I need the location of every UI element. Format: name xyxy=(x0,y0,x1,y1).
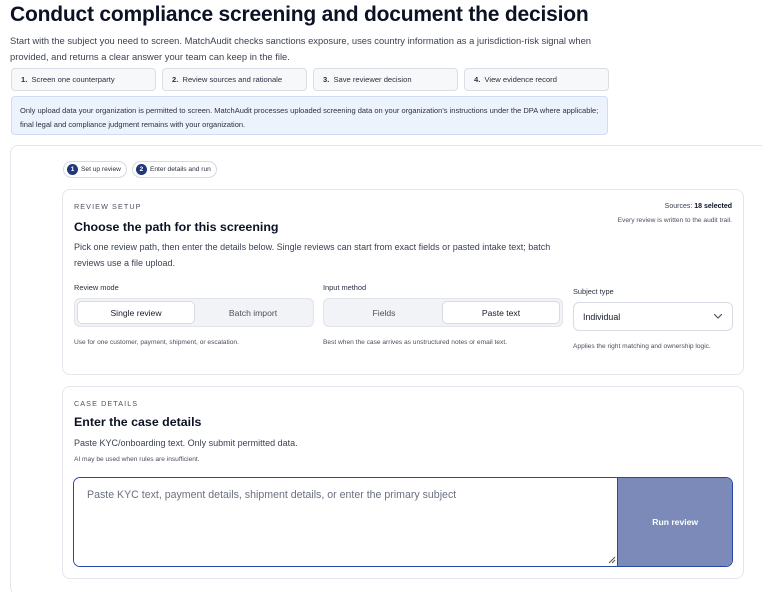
step-number: 4. xyxy=(474,75,481,84)
batch-import-option[interactable]: Batch import xyxy=(195,301,311,324)
sources-summary: Sources: 18 selected xyxy=(665,203,732,210)
input-method-help: Best when the case arrives as unstructur… xyxy=(323,339,507,346)
review-setup-card: REVIEW SETUP Choose the path for this sc… xyxy=(62,189,744,375)
single-review-option[interactable]: Single review xyxy=(77,301,195,324)
case-details-card: CASE DETAILS Enter the case details Past… xyxy=(62,386,744,579)
step-number: 3. xyxy=(323,75,330,84)
subject-type-select[interactable]: Individual xyxy=(573,302,733,331)
step-label: Review sources and rationale xyxy=(182,75,283,84)
page-intro: Start with the subject you need to scree… xyxy=(10,35,592,62)
intake-input-group: Run review xyxy=(73,477,733,567)
audit-trail-note: Every review is written to the audit tra… xyxy=(617,217,732,224)
workflow-step: 1. Screen one counterparty xyxy=(11,68,156,91)
input-method-toggle: Fields Paste text xyxy=(323,298,563,327)
progress-step-setup[interactable]: 1 Set up review xyxy=(63,161,127,178)
sources-label: Sources: xyxy=(664,203,693,210)
data-permission-notice: Only upload data your organization is pe… xyxy=(11,96,608,135)
step-number: 2. xyxy=(172,75,179,84)
review-mode-help: Use for one customer, payment, shipment,… xyxy=(74,339,239,346)
review-setup-eyebrow: REVIEW SETUP xyxy=(74,202,142,211)
progress-step-label: Enter details and run xyxy=(149,166,211,173)
workflow-steps: 1. Screen one counterparty 2. Review sou… xyxy=(11,68,609,91)
step-label: Save reviewer decision xyxy=(333,75,412,84)
subject-type-value: Individual xyxy=(583,311,621,322)
step-label: View evidence record xyxy=(484,75,557,84)
case-details-eyebrow: CASE DETAILS xyxy=(74,399,139,408)
review-setup-title: Choose the path for this screening xyxy=(74,220,279,234)
review-mode-toggle: Single review Batch import xyxy=(74,298,314,327)
review-mode-label: Review mode xyxy=(74,283,119,292)
ai-usage-note: AI may be used when rules are insufficie… xyxy=(74,456,200,463)
step-badge: 1 xyxy=(67,164,78,175)
input-method-label: Input method xyxy=(323,283,367,292)
workflow-step: 2. Review sources and rationale xyxy=(162,68,307,91)
case-details-description: Paste KYC/onboarding text. Only submit p… xyxy=(74,438,298,448)
subject-type-help: Applies the right matching and ownership… xyxy=(573,343,711,350)
resize-handle-icon[interactable] xyxy=(608,556,616,564)
workflow-step: 3. Save reviewer decision xyxy=(313,68,458,91)
intake-text-input[interactable] xyxy=(74,478,618,566)
paste-text-option[interactable]: Paste text xyxy=(442,301,560,324)
subject-type-label: Subject type xyxy=(573,287,614,296)
run-review-button[interactable]: Run review xyxy=(617,478,732,566)
page-title: Conduct compliance screening and documen… xyxy=(10,3,589,26)
workflow-step: 4. View evidence record xyxy=(464,68,609,91)
sources-count[interactable]: 18 selected xyxy=(694,203,732,210)
step-number: 1. xyxy=(21,75,28,84)
progress-step-run[interactable]: 2 Enter details and run xyxy=(131,161,217,178)
case-details-title: Enter the case details xyxy=(74,415,202,429)
screening-panel: 1 Set up review 2 Enter details and run … xyxy=(10,145,762,592)
progress-step-label: Set up review xyxy=(81,166,121,173)
step-label: Screen one counterparty xyxy=(31,75,115,84)
chevron-down-icon xyxy=(713,313,723,319)
review-setup-description: Pick one review path, then enter the det… xyxy=(74,242,551,268)
fields-option[interactable]: Fields xyxy=(326,301,442,324)
progress-pills: 1 Set up review 2 Enter details and run xyxy=(63,161,217,178)
step-badge: 2 xyxy=(135,164,147,175)
